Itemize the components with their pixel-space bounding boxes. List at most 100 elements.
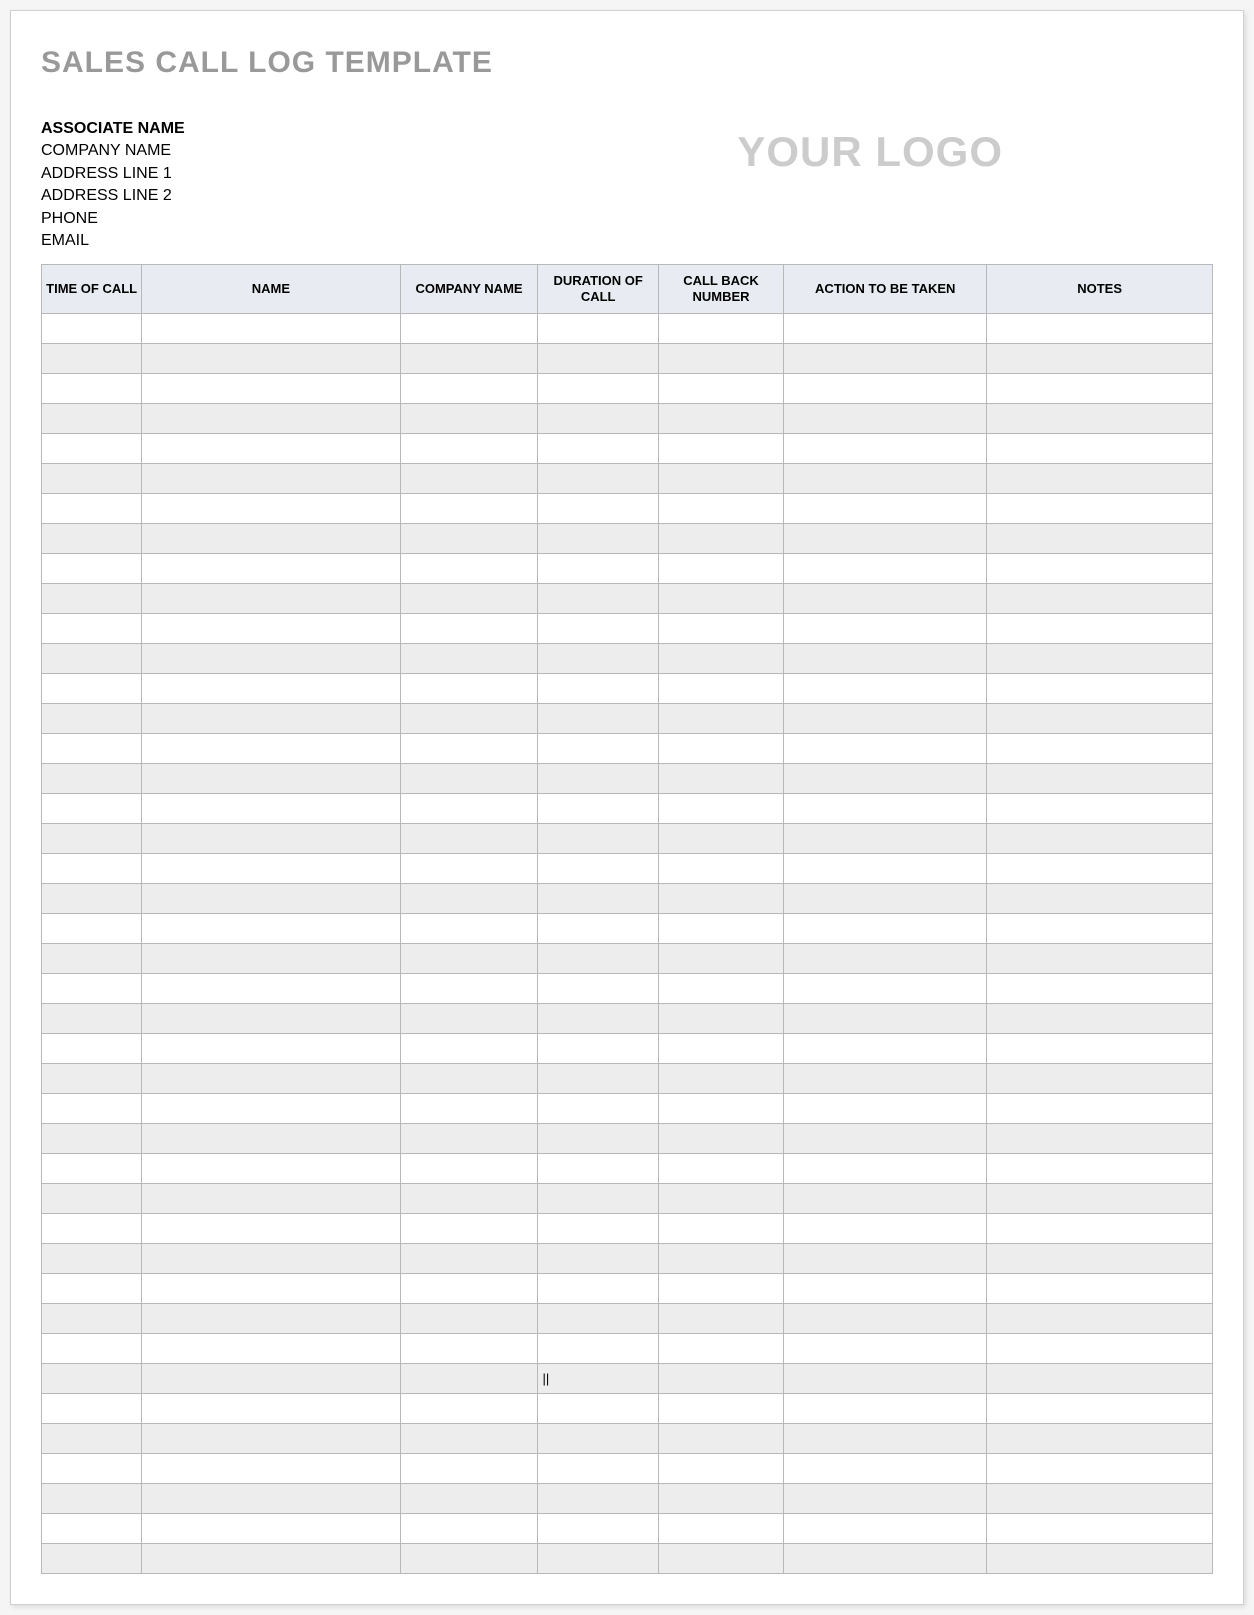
cell-company-name[interactable]	[400, 1183, 538, 1213]
cell-action-to-be-taken[interactable]	[784, 763, 987, 793]
cell-action-to-be-taken[interactable]	[784, 1003, 987, 1033]
cell-time-of-call[interactable]	[42, 1543, 142, 1573]
cell-company-name[interactable]	[400, 613, 538, 643]
cell-time-of-call[interactable]	[42, 403, 142, 433]
cell-notes[interactable]	[987, 733, 1213, 763]
cell-notes[interactable]	[987, 1303, 1213, 1333]
cell-call-back-number[interactable]	[658, 763, 783, 793]
cell-call-back-number[interactable]	[658, 1153, 783, 1183]
cell-action-to-be-taken[interactable]	[784, 1423, 987, 1453]
cell-duration-of-call[interactable]	[538, 1063, 658, 1093]
cell-time-of-call[interactable]	[42, 373, 142, 403]
cell-action-to-be-taken[interactable]	[784, 853, 987, 883]
cell-notes[interactable]	[987, 1423, 1213, 1453]
cell-name[interactable]	[142, 853, 400, 883]
cell-call-back-number[interactable]	[658, 493, 783, 523]
cell-name[interactable]	[142, 1153, 400, 1183]
cell-action-to-be-taken[interactable]	[784, 313, 987, 343]
cell-notes[interactable]	[987, 673, 1213, 703]
cell-time-of-call[interactable]	[42, 1003, 142, 1033]
cell-time-of-call[interactable]	[42, 763, 142, 793]
cell-notes[interactable]	[987, 793, 1213, 823]
cell-company-name[interactable]	[400, 1153, 538, 1183]
cell-notes[interactable]	[987, 1453, 1213, 1483]
cell-notes[interactable]	[987, 883, 1213, 913]
cell-notes[interactable]	[987, 943, 1213, 973]
cell-time-of-call[interactable]	[42, 493, 142, 523]
cell-company-name[interactable]	[400, 1243, 538, 1273]
cell-notes[interactable]	[987, 1183, 1213, 1213]
cell-name[interactable]	[142, 613, 400, 643]
cell-action-to-be-taken[interactable]	[784, 643, 987, 673]
cell-action-to-be-taken[interactable]	[784, 1273, 987, 1303]
cell-action-to-be-taken[interactable]	[784, 373, 987, 403]
cell-duration-of-call[interactable]	[538, 523, 658, 553]
cell-action-to-be-taken[interactable]	[784, 1393, 987, 1423]
cell-duration-of-call[interactable]	[538, 643, 658, 673]
cell-time-of-call[interactable]	[42, 463, 142, 493]
cell-name[interactable]	[142, 943, 400, 973]
cell-call-back-number[interactable]	[658, 793, 783, 823]
cell-duration-of-call[interactable]	[538, 1093, 658, 1123]
cell-time-of-call[interactable]	[42, 433, 142, 463]
cell-notes[interactable]	[987, 1543, 1213, 1573]
cell-name[interactable]	[142, 733, 400, 763]
cell-call-back-number[interactable]	[658, 943, 783, 973]
cell-company-name[interactable]	[400, 1303, 538, 1333]
cell-call-back-number[interactable]	[658, 1093, 783, 1123]
cell-duration-of-call[interactable]	[538, 343, 658, 373]
cell-duration-of-call[interactable]	[538, 823, 658, 853]
cell-company-name[interactable]	[400, 1333, 538, 1363]
cell-company-name[interactable]	[400, 823, 538, 853]
cell-name[interactable]	[142, 553, 400, 583]
cell-name[interactable]	[142, 493, 400, 523]
cell-action-to-be-taken[interactable]	[784, 703, 987, 733]
cell-company-name[interactable]	[400, 373, 538, 403]
cell-notes[interactable]	[987, 553, 1213, 583]
cell-company-name[interactable]	[400, 1033, 538, 1063]
cell-notes[interactable]	[987, 973, 1213, 1003]
cell-notes[interactable]	[987, 403, 1213, 433]
cell-action-to-be-taken[interactable]	[784, 433, 987, 463]
cell-time-of-call[interactable]	[42, 1153, 142, 1183]
cell-notes[interactable]	[987, 703, 1213, 733]
cell-time-of-call[interactable]	[42, 1063, 142, 1093]
cell-name[interactable]	[142, 1183, 400, 1213]
cell-duration-of-call[interactable]	[538, 493, 658, 523]
cell-company-name[interactable]	[400, 1273, 538, 1303]
cell-notes[interactable]	[987, 1333, 1213, 1363]
cell-duration-of-call[interactable]	[538, 1393, 658, 1423]
cell-time-of-call[interactable]	[42, 1483, 142, 1513]
cell-call-back-number[interactable]	[658, 883, 783, 913]
cell-name[interactable]	[142, 583, 400, 613]
cell-name[interactable]	[142, 973, 400, 1003]
cell-name[interactable]	[142, 1063, 400, 1093]
cell-notes[interactable]	[987, 493, 1213, 523]
cell-name[interactable]	[142, 673, 400, 703]
cell-call-back-number[interactable]	[658, 1243, 783, 1273]
cell-duration-of-call[interactable]	[538, 973, 658, 1003]
cell-action-to-be-taken[interactable]	[784, 343, 987, 373]
cell-action-to-be-taken[interactable]	[784, 1363, 987, 1393]
cell-call-back-number[interactable]	[658, 433, 783, 463]
cell-company-name[interactable]	[400, 973, 538, 1003]
cell-notes[interactable]	[987, 853, 1213, 883]
cell-notes[interactable]	[987, 613, 1213, 643]
cell-action-to-be-taken[interactable]	[784, 973, 987, 1003]
cell-name[interactable]	[142, 1093, 400, 1123]
cell-notes[interactable]	[987, 1243, 1213, 1273]
cell-duration-of-call[interactable]	[538, 1333, 658, 1363]
cell-name[interactable]	[142, 1513, 400, 1543]
cell-time-of-call[interactable]	[42, 1303, 142, 1333]
cell-call-back-number[interactable]	[658, 553, 783, 583]
cell-call-back-number[interactable]	[658, 523, 783, 553]
cell-time-of-call[interactable]	[42, 1393, 142, 1423]
cell-action-to-be-taken[interactable]	[784, 1153, 987, 1183]
cell-call-back-number[interactable]	[658, 673, 783, 703]
cell-name[interactable]	[142, 373, 400, 403]
cell-notes[interactable]	[987, 343, 1213, 373]
cell-company-name[interactable]	[400, 943, 538, 973]
cell-time-of-call[interactable]	[42, 1033, 142, 1063]
cell-company-name[interactable]	[400, 1093, 538, 1123]
cell-action-to-be-taken[interactable]	[784, 1183, 987, 1213]
